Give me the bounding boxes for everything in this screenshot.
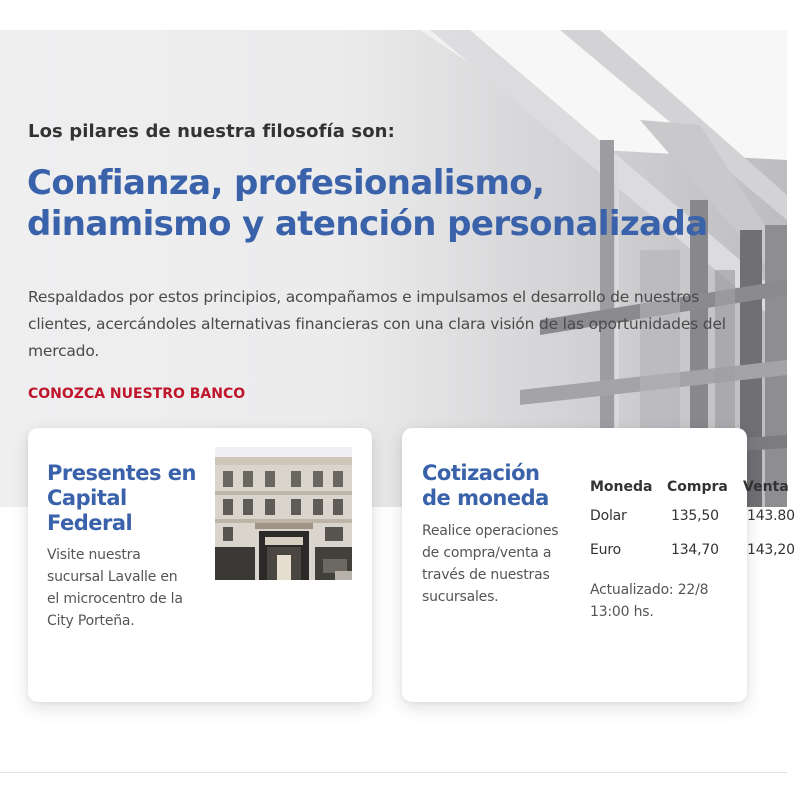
branch-card-title: Presentes en Capital Federal — [47, 461, 196, 535]
row-euro-buy: 134,70 — [671, 542, 719, 558]
philosophy-subtitle: Los pilares de nuestra filosofía son: — [28, 121, 395, 142]
row-euro-sell: 143,20 — [747, 542, 795, 558]
title-line-2: dinamismo y atención personalizada — [27, 204, 708, 244]
row-euro-currency: Euro — [590, 542, 621, 558]
page-title: Confianza, profesionalismo, dinamismo y … — [27, 163, 747, 245]
branch-card-text: Visite nuestra sucursal Lavalle en el mi… — [47, 547, 183, 629]
hero-description: Respaldados por estos principios, acompa… — [28, 288, 726, 360]
bank-info-link[interactable]: CONOZCA NUESTRO BANCO — [28, 386, 245, 402]
column-header-compra: Compra — [667, 479, 728, 495]
branch-card: Presentes en Capital Federal Visite nues… — [28, 428, 372, 702]
rates-card-title: Cotización de moneda — [422, 461, 549, 510]
exchange-rates-card: Cotización de moneda Realice operaciones… — [402, 428, 795, 702]
title-line-1: Confianza, profesionalismo, — [27, 163, 545, 203]
column-header-venta: Venta — [743, 479, 789, 495]
rates-updated-timestamp: Actualizado: 22/8 13:00 hs. — [590, 582, 709, 620]
row-dolar-sell: 143.80 — [747, 508, 795, 524]
branch-building-image — [215, 447, 352, 580]
column-header-moneda: Moneda — [590, 479, 653, 495]
section-divider — [0, 772, 787, 773]
row-dolar-buy: 135,50 — [671, 508, 719, 524]
row-dolar-currency: Dolar — [590, 508, 627, 524]
rates-card-text: Realice operaciones de compra/venta a tr… — [422, 523, 559, 605]
